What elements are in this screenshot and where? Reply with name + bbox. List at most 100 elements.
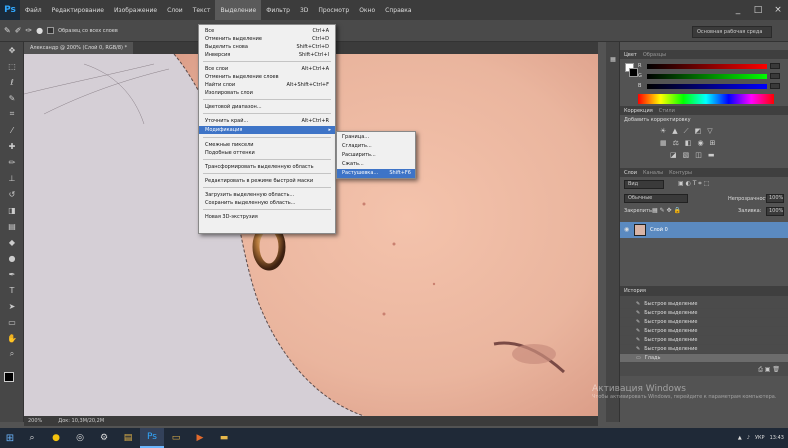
- move-tool-icon[interactable]: ✥: [0, 42, 24, 58]
- menu-item-isolate-layers[interactable]: Изолировать слои: [199, 89, 335, 97]
- menu-item-quick-mask[interactable]: Редактировать в режиме быстрой маски: [199, 177, 335, 185]
- clock[interactable]: 13:43: [770, 435, 784, 441]
- tab-color[interactable]: Цвет: [624, 52, 637, 58]
- tab-swatches[interactable]: Образцы: [643, 52, 666, 58]
- fill-input[interactable]: 100%: [766, 207, 784, 216]
- menu-item-load-selection[interactable]: Загрузить выделенную область...: [199, 191, 335, 199]
- hue-saturation-icon[interactable]: ▦: [660, 139, 667, 147]
- history-item-selected[interactable]: ▭ Гладь: [620, 354, 788, 363]
- menu-item-deselect-layers[interactable]: Отменить выделение слоев: [199, 73, 335, 81]
- blue-slider-track[interactable]: [647, 83, 767, 89]
- menu-item-color-range[interactable]: Цветовой диапазон...: [199, 103, 335, 111]
- photoshop-taskbar-icon[interactable]: Ps: [140, 428, 164, 448]
- submenu-item-feather[interactable]: Растушевка... Shift+F6: [337, 169, 415, 178]
- quick-select-tool-icon[interactable]: ✎: [0, 90, 24, 106]
- hand-tool-icon[interactable]: ✋: [0, 330, 24, 346]
- menu-item-select-all[interactable]: Все Ctrl+A: [199, 27, 335, 35]
- red-value[interactable]: [770, 63, 780, 69]
- history-panel-icon[interactable]: ▦: [606, 52, 620, 66]
- brush-tool-icon[interactable]: ✏: [0, 154, 24, 170]
- photo-filter-icon[interactable]: ◉: [698, 139, 704, 147]
- path-select-icon[interactable]: ➤: [0, 298, 24, 314]
- files-icon[interactable]: ▭: [164, 428, 188, 448]
- menu-edit[interactable]: Редактирование: [47, 0, 109, 20]
- menu-filter[interactable]: Фильтр: [261, 0, 295, 20]
- search-icon[interactable]: ⌕: [20, 428, 44, 448]
- menu-help[interactable]: Справка: [380, 0, 416, 20]
- chrome-icon[interactable]: ●: [44, 428, 68, 448]
- document-tab[interactable]: Александр @ 200% (Слой 0, RGB/8) *: [24, 42, 134, 54]
- history-item[interactable]: ✎ Быстрое выделение: [620, 309, 788, 318]
- close-icon[interactable]: ×: [768, 0, 788, 20]
- green-slider[interactable]: G: [638, 72, 780, 80]
- steam-icon[interactable]: ◎: [68, 428, 92, 448]
- menu-item-save-selection[interactable]: Сохранить выделенную область...: [199, 199, 335, 207]
- history-brush-icon[interactable]: ↺: [0, 186, 24, 202]
- language-indicator[interactable]: УКР: [755, 435, 765, 441]
- stamp-tool-icon[interactable]: ⊥: [0, 170, 24, 186]
- threshold-icon[interactable]: ◫: [695, 151, 702, 159]
- menu-item-reselect[interactable]: Выделить снова Shift+Ctrl+D: [199, 43, 335, 51]
- blend-mode-select[interactable]: Обычные: [624, 194, 688, 203]
- blue-slider[interactable]: B: [638, 82, 780, 90]
- tab-layers[interactable]: Слои: [624, 170, 637, 176]
- workspace-select[interactable]: Основная рабочая среда: [692, 26, 772, 38]
- folder-icon[interactable]: ▬: [212, 428, 236, 448]
- submenu-item-contract[interactable]: Сжать...: [337, 160, 415, 169]
- menu-3d[interactable]: 3D: [295, 0, 313, 20]
- menu-type[interactable]: Текст: [188, 0, 216, 20]
- eye-icon[interactable]: ◉: [624, 226, 629, 233]
- menu-view[interactable]: Просмотр: [313, 0, 354, 20]
- crop-tool-icon[interactable]: ⌗: [0, 106, 24, 122]
- menu-window[interactable]: Окно: [354, 0, 380, 20]
- eraser-tool-icon[interactable]: ◨: [0, 202, 24, 218]
- posterize-icon[interactable]: ▧: [683, 151, 690, 159]
- submenu-item-border[interactable]: Граница...: [337, 133, 415, 142]
- pen-tool-icon[interactable]: ✒: [0, 266, 24, 282]
- menu-select[interactable]: Выделение: [215, 0, 262, 20]
- color-bg-swatch[interactable]: [629, 68, 638, 77]
- menu-item-transform-selection[interactable]: Трансформировать выделенную область: [199, 163, 335, 171]
- type-tool-icon[interactable]: T: [0, 282, 24, 298]
- black-white-icon[interactable]: ◧: [685, 139, 692, 147]
- channel-mixer-icon[interactable]: ⊞: [710, 139, 716, 147]
- green-value[interactable]: [770, 73, 780, 79]
- windows-start-icon[interactable]: ⊞: [0, 428, 20, 448]
- invert-icon[interactable]: ◪: [670, 151, 677, 159]
- submenu-item-expand[interactable]: Расширить...: [337, 151, 415, 160]
- history-item[interactable]: ✎ Быстрое выделение: [620, 327, 788, 336]
- history-item[interactable]: ✎ Быстрое выделение: [620, 300, 788, 309]
- menu-item-grow[interactable]: Смежные пиксели: [199, 141, 335, 149]
- menu-item-refine-edge[interactable]: Уточнить край... Alt+Ctrl+R: [199, 117, 335, 125]
- blur-tool-icon[interactable]: ◆: [0, 234, 24, 250]
- curves-icon[interactable]: ⟋: [684, 127, 689, 136]
- network-icon[interactable]: ▲: [738, 435, 742, 441]
- menu-item-inverse[interactable]: Инверсия Shift+Ctrl+I: [199, 51, 335, 59]
- color-balance-icon[interactable]: ⚖: [673, 139, 679, 147]
- menu-layers[interactable]: Слои: [162, 0, 188, 20]
- brush-subtract-icon[interactable]: ✑: [25, 26, 32, 35]
- lock-icons[interactable]: ▦ ✎ ✥ 🔒: [652, 207, 681, 214]
- history-item[interactable]: ✎ Быстрое выделение: [620, 345, 788, 354]
- brightness-icon[interactable]: ☀: [660, 127, 666, 136]
- maximize-icon[interactable]: □: [748, 0, 768, 20]
- settings-icon[interactable]: ⚙: [92, 428, 116, 448]
- zoom-level[interactable]: 200%: [28, 418, 42, 424]
- sample-all-layers-checkbox[interactable]: [47, 27, 55, 34]
- menu-file[interactable]: Файл: [20, 0, 47, 20]
- opacity-input[interactable]: 100%: [766, 194, 784, 203]
- media-icon[interactable]: ▶: [188, 428, 212, 448]
- submenu-item-smooth[interactable]: Сгладить...: [337, 142, 415, 151]
- gradient-tool-icon[interactable]: ▤: [0, 218, 24, 234]
- brush-add-icon[interactable]: ✐: [15, 26, 22, 35]
- healing-tool-icon[interactable]: ✚: [0, 138, 24, 154]
- history-item[interactable]: ✎ Быстрое выделение: [620, 336, 788, 345]
- layer-row[interactable]: ◉ Слой 0: [620, 222, 788, 238]
- minimize-icon[interactable]: _: [728, 0, 748, 20]
- menu-image[interactable]: Изображение: [109, 0, 162, 20]
- layer-filter-icons[interactable]: ▣ ◐ T ⌗ ⬚: [678, 180, 709, 188]
- menu-item-modify[interactable]: Модификация ▸: [199, 126, 335, 134]
- explorer-icon[interactable]: ▤: [116, 428, 140, 448]
- red-slider-track[interactable]: [647, 63, 767, 69]
- volume-icon[interactable]: ♪: [747, 435, 750, 441]
